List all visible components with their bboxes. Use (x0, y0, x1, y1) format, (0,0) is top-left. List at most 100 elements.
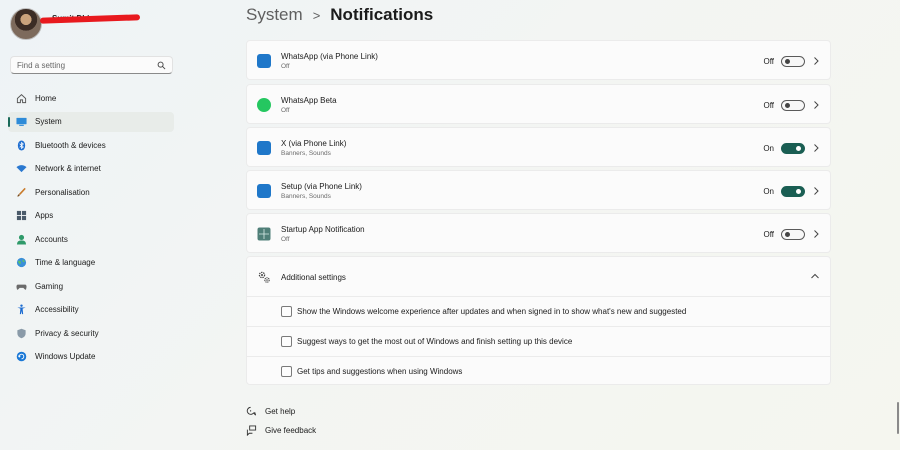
sidebar-item-label: Home (35, 93, 57, 103)
app-status: Off (281, 107, 290, 114)
apps-icon (16, 210, 27, 221)
gear-icon (258, 271, 270, 283)
option-suggest-setup[interactable]: Suggest ways to get the most out of Wind… (247, 327, 830, 357)
toggle-state-label: On (763, 144, 774, 153)
option-label: Show the Windows welcome experience afte… (297, 307, 687, 316)
notification-toggle[interactable] (781, 143, 805, 154)
app-row-x-phone-link[interactable]: X (via Phone Link) Banners, Sounds On (246, 127, 831, 167)
system-icon (16, 116, 27, 127)
sidebar-item-label: Accessibility (35, 305, 79, 314)
sidebar-item-label: Personalisation (35, 187, 90, 197)
get-help-link[interactable]: Get help (246, 406, 295, 417)
sidebar-item-windows-update[interactable]: Windows Update (8, 347, 174, 367)
checkbox[interactable] (281, 336, 292, 347)
gamepad-icon (16, 281, 27, 292)
chevron-right-icon[interactable] (812, 56, 820, 66)
toggle-state-label: Off (763, 57, 774, 66)
sidebar-item-network[interactable]: Network & internet (8, 159, 174, 179)
feedback-icon (246, 425, 257, 436)
bluetooth-icon (16, 139, 27, 151)
checkbox[interactable] (281, 306, 292, 317)
give-feedback-link[interactable]: Give feedback (246, 425, 316, 436)
app-name: WhatsApp (via Phone Link) (281, 52, 378, 61)
notification-toggle[interactable] (781, 186, 805, 197)
phone-link-icon (257, 54, 271, 68)
option-tips-suggestions[interactable]: Get tips and suggestions when using Wind… (247, 357, 830, 386)
search-icon[interactable] (157, 61, 166, 70)
home-icon (16, 93, 27, 104)
sidebar-item-home[interactable]: Home (8, 88, 174, 108)
get-help-label: Get help (265, 407, 296, 416)
search-input[interactable] (17, 60, 157, 70)
update-icon (16, 351, 27, 362)
sidebar-item-label: Time & language (35, 258, 96, 267)
toggle-state-label: Off (763, 230, 774, 239)
sidebar-item-privacy[interactable]: Privacy & security (8, 323, 174, 343)
app-status: Off (281, 236, 290, 243)
sidebar-item-gaming[interactable]: Gaming (8, 276, 174, 296)
app-name: X (via Phone Link) (281, 139, 347, 148)
sidebar-item-label: Windows Update (35, 352, 96, 361)
startup-app-icon (257, 227, 271, 241)
sidebar-item-time-language[interactable]: Time & language (8, 253, 174, 273)
option-label: Get tips and suggestions when using Wind… (297, 367, 463, 376)
chevron-right-icon[interactable] (812, 143, 820, 153)
breadcrumb-separator: > (312, 7, 321, 23)
notification-toggle[interactable] (781, 229, 805, 240)
app-row-setup-phone-link[interactable]: Setup (via Phone Link) Banners, Sounds O… (246, 170, 831, 210)
chevron-up-icon[interactable] (810, 272, 820, 280)
app-row-startup-app[interactable]: Startup App Notification Off Off (246, 213, 831, 253)
scrollbar-thumb[interactable] (897, 402, 899, 434)
additional-settings-header[interactable]: Additional settings (247, 257, 830, 297)
option-label: Suggest ways to get the most out of Wind… (297, 337, 573, 346)
breadcrumb-system[interactable]: System (246, 5, 303, 25)
chevron-right-icon[interactable] (812, 100, 820, 110)
app-status: Banners, Sounds (281, 150, 331, 157)
search-box[interactable] (10, 56, 173, 74)
app-status: Off (281, 63, 290, 70)
app-status: Banners, Sounds (281, 193, 331, 200)
app-row-whatsapp-phone-link[interactable]: WhatsApp (via Phone Link) Off Off (246, 40, 831, 80)
sidebar: Sumit Dhiman Home System Bluetooth & dev… (0, 0, 180, 450)
sidebar-item-label: Gaming (35, 281, 64, 291)
notification-toggle[interactable] (781, 56, 805, 67)
sidebar-item-label: Accounts (35, 234, 68, 244)
breadcrumb: System > Notifications (246, 5, 433, 25)
app-row-whatsapp-beta[interactable]: WhatsApp Beta Off Off (246, 84, 831, 124)
additional-settings-panel: Additional settings Show the Windows wel… (246, 256, 831, 385)
phone-link-icon (257, 141, 271, 155)
app-name: Setup (via Phone Link) (281, 182, 362, 191)
phone-link-icon (257, 184, 271, 198)
whatsapp-icon (257, 98, 271, 112)
toggle-state-label: On (763, 187, 774, 196)
sidebar-item-accounts[interactable]: Accounts (8, 229, 174, 249)
sidebar-item-bluetooth[interactable]: Bluetooth & devices (8, 135, 174, 155)
help-icon (246, 406, 257, 416)
accessibility-icon (16, 304, 27, 315)
option-welcome-experience[interactable]: Show the Windows welcome experience afte… (247, 297, 830, 327)
sidebar-item-accessibility[interactable]: Accessibility (8, 300, 174, 320)
sidebar-item-personalisation[interactable]: Personalisation (8, 182, 174, 202)
notification-toggle[interactable] (781, 100, 805, 111)
sidebar-item-label: Apps (35, 211, 54, 220)
chevron-right-icon[interactable] (812, 229, 820, 239)
page-title: Notifications (330, 5, 434, 24)
wifi-icon (16, 163, 27, 174)
sidebar-item-label: Network & internet (35, 164, 101, 173)
sidebar-item-system[interactable]: System (8, 111, 174, 132)
give-feedback-label: Give feedback (265, 426, 317, 435)
chevron-right-icon[interactable] (812, 186, 820, 196)
additional-settings-title: Additional settings (281, 273, 346, 282)
sidebar-item-label: Privacy & security (35, 328, 99, 338)
shield-icon (16, 328, 27, 339)
avatar[interactable] (10, 8, 42, 40)
sidebar-item-apps[interactable]: Apps (8, 206, 174, 226)
user-profile[interactable]: Sumit Dhiman (10, 6, 106, 42)
brush-icon (16, 187, 27, 198)
accounts-icon (16, 234, 27, 245)
sidebar-item-label: System (35, 117, 62, 126)
app-name: Startup App Notification (281, 225, 365, 234)
globe-icon (16, 257, 27, 268)
app-name: WhatsApp Beta (281, 96, 337, 105)
checkbox[interactable] (281, 366, 292, 377)
